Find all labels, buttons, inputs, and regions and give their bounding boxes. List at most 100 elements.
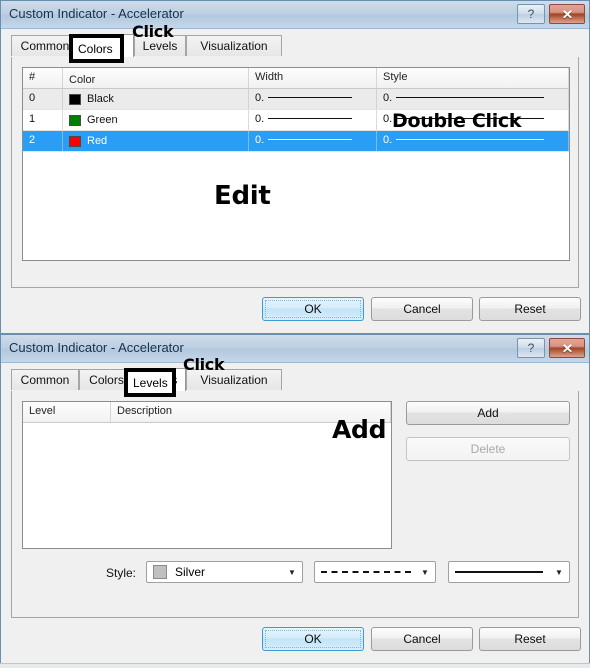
cell-width: 0.: [249, 110, 377, 130]
reset-button[interactable]: Reset: [479, 297, 581, 321]
annotation-click-top: Click: [132, 22, 174, 41]
tab-common-label: Common: [20, 373, 70, 387]
cell-color-label: Black: [87, 93, 114, 105]
cell-width-value: 0.: [255, 92, 265, 104]
column-header-width: Width: [249, 68, 377, 88]
dashed-line-preview-icon: [321, 571, 411, 573]
column-header-color: Color: [63, 68, 249, 88]
cell-style: 0.: [377, 89, 569, 109]
cancel-button[interactable]: Cancel: [371, 297, 473, 321]
chevron-down-icon[interactable]: ▼: [549, 562, 569, 582]
style-preview-line: [396, 138, 545, 140]
cell-style-value: 0.: [383, 113, 393, 125]
annotation-click-bottom: Click: [183, 355, 225, 374]
focus-ring: [265, 300, 361, 318]
annotation-double-click: Double Click: [392, 110, 522, 132]
level-linestyle-combo[interactable]: ▼: [314, 561, 436, 583]
reset-button-label: Reset: [514, 302, 546, 316]
cell-style-value: 0.: [383, 92, 393, 104]
taskbar-sliver: [0, 663, 590, 668]
levels-dialog-titlebar: Custom Indicator - Accelerator ? ✕: [1, 335, 589, 363]
add-level-button[interactable]: Add: [406, 401, 570, 425]
help-icon-button[interactable]: ?: [517, 338, 545, 358]
levels-dialog-window: Custom Indicator - Accelerator ? ✕ Commo…: [0, 334, 590, 664]
colors-dialog-window-buttons: ? ✕: [517, 4, 585, 24]
width-preview-line: [268, 117, 353, 119]
style-preview-line: [396, 96, 545, 98]
cell-color-label: Red: [87, 135, 108, 147]
cell-color: Black: [63, 89, 249, 109]
colors-dialog-titlebar: Custom Indicator - Accelerator ? ✕: [1, 1, 589, 29]
tab-visualization-label: Visualization: [200, 39, 268, 53]
close-icon-button[interactable]: ✕: [549, 4, 585, 24]
help-icon-button[interactable]: ?: [517, 4, 545, 24]
annotation-edit: Edit: [214, 181, 271, 211]
level-color-combo-value-area: Silver: [147, 565, 282, 579]
width-preview-line: [268, 138, 353, 140]
cell-index: 0: [23, 89, 63, 109]
width-preview-line: [268, 96, 353, 98]
cell-color: Red: [63, 131, 249, 151]
cancel-button-label: Cancel: [403, 632, 441, 646]
tab-common-label: Common: [20, 39, 70, 53]
tab-visualization[interactable]: Visualization: [186, 35, 282, 56]
levels-dialog-tabstrip: Common Colors Levels Visualization: [11, 368, 589, 391]
annotation-add: Add: [332, 415, 387, 444]
cell-width: 0.: [249, 89, 377, 109]
color-swatch-icon: [153, 565, 167, 579]
levels-dialog-window-buttons: ? ✕: [517, 338, 585, 358]
tab-colors-label: Colors: [89, 373, 124, 387]
close-icon: ✕: [561, 6, 573, 22]
ok-button[interactable]: OK: [262, 627, 364, 651]
column-header-level: Level: [23, 402, 111, 422]
cell-index: 2: [23, 131, 63, 151]
screen: Custom Indicator - Accelerator ? ✕ Commo…: [0, 0, 590, 668]
level-color-combo[interactable]: Silver ▼: [146, 561, 303, 583]
ok-button[interactable]: OK: [262, 297, 364, 321]
colors-dialog-title: Custom Indicator - Accelerator: [9, 6, 184, 21]
chevron-down-icon[interactable]: ▼: [415, 562, 435, 582]
cell-style-value: 0.: [383, 134, 393, 146]
cell-style: 0.: [377, 131, 569, 151]
levels-tab-panel: Level Description Add Delete Style: Silv…: [11, 391, 579, 618]
colors-table-header: # Color Width Style: [23, 68, 569, 89]
column-header-style: Style: [377, 68, 569, 88]
delete-level-button: Delete: [406, 437, 570, 461]
annotation-levels-tab-text: Levels: [133, 376, 168, 390]
focus-ring: [265, 630, 361, 648]
color-swatch-icon: [69, 135, 81, 147]
cancel-button-label: Cancel: [403, 302, 441, 316]
level-color-combo-value: Silver: [175, 565, 206, 579]
cell-color-label: Green: [87, 114, 118, 126]
table-row[interactable]: 2 Red 0. 0.: [23, 131, 569, 152]
solid-line-preview-icon: [455, 571, 543, 573]
cell-color: Green: [63, 110, 249, 130]
color-swatch-icon: [69, 93, 81, 105]
level-linewidth-combo[interactable]: ▼: [448, 561, 570, 583]
close-icon: ✕: [561, 340, 573, 356]
tab-levels-label: Levels: [142, 39, 178, 53]
cell-index: 1: [23, 110, 63, 130]
annotation-colors-tab-text: Colors: [78, 42, 113, 56]
reset-button-label: Reset: [514, 632, 546, 646]
style-row-label: Style:: [106, 566, 137, 580]
colors-listbox-empty-area[interactable]: [23, 152, 569, 260]
tab-visualization-label: Visualization: [200, 373, 268, 387]
levels-dialog-title: Custom Indicator - Accelerator: [9, 340, 184, 355]
tab-common[interactable]: Common: [11, 369, 79, 390]
colors-tab-panel: # Color Width Style 0 Black 0. 0. 1 Gree…: [11, 57, 579, 288]
colors-listbox[interactable]: # Color Width Style 0 Black 0. 0. 1 Gree…: [22, 67, 570, 261]
table-row[interactable]: 0 Black 0. 0.: [23, 89, 569, 110]
level-linestyle-combo-value-area: [315, 571, 415, 573]
cell-width-value: 0.: [255, 134, 265, 146]
cell-width-value: 0.: [255, 113, 265, 125]
reset-button[interactable]: Reset: [479, 627, 581, 651]
cell-width: 0.: [249, 131, 377, 151]
level-linewidth-combo-value-area: [449, 571, 549, 573]
color-swatch-icon: [69, 114, 81, 126]
column-header-index: #: [23, 68, 63, 88]
close-icon-button[interactable]: ✕: [549, 338, 585, 358]
chevron-down-icon[interactable]: ▼: [282, 562, 302, 582]
delete-level-button-label: Delete: [470, 442, 506, 456]
cancel-button[interactable]: Cancel: [371, 627, 473, 651]
